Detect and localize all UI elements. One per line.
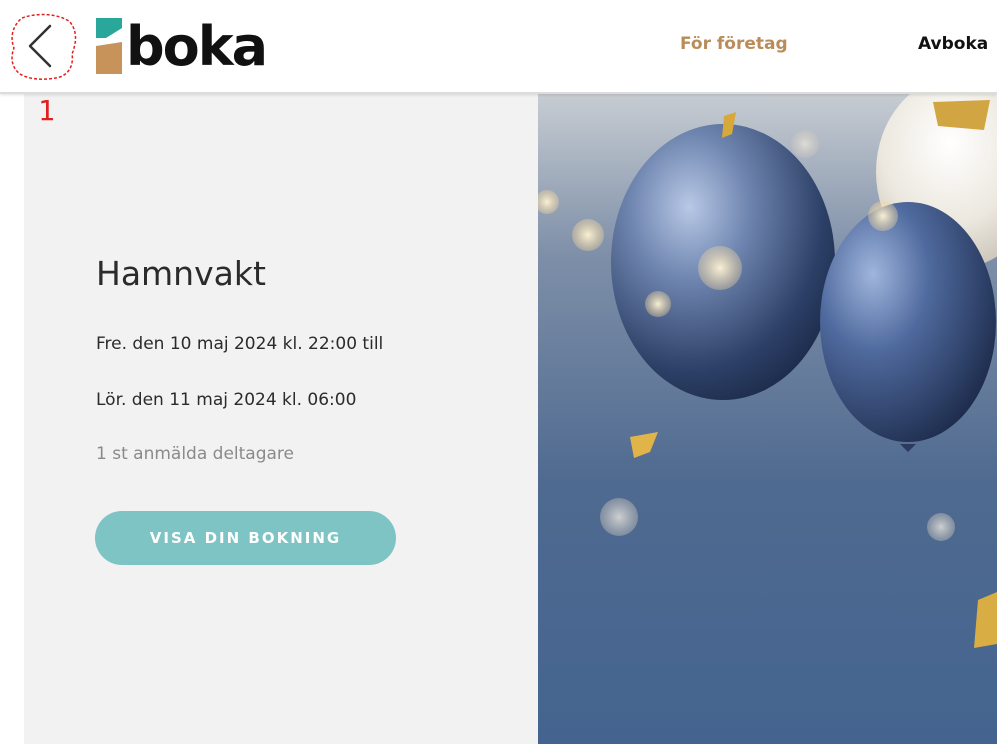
event-title: Hamnvakt: [96, 254, 266, 293]
chevron-left-icon: [11, 13, 77, 80]
back-button[interactable]: [8, 10, 78, 82]
event-hero-image: [538, 92, 997, 744]
logo-wordmark: boka: [126, 15, 268, 78]
boka-logo-mark: [96, 18, 122, 74]
site-header: boka För företag Avboka: [0, 0, 997, 94]
event-end-time: Lör. den 11 maj 2024 kl. 06:00: [96, 390, 357, 410]
balloons-image: [538, 92, 997, 744]
boka-logo[interactable]: boka: [96, 16, 286, 78]
booking-page: boka För företag Avboka 1 Hamnvakt Fre. …: [0, 0, 997, 744]
participant-count: 1 st anmälda deltagare: [96, 444, 294, 464]
nav-for-companies-link[interactable]: För företag: [680, 34, 788, 54]
event-info-panel: Hamnvakt Fre. den 10 maj 2024 kl. 22:00 …: [24, 92, 538, 744]
view-booking-button[interactable]: VISA DIN BOKNING: [95, 511, 396, 565]
nav-cancel-link[interactable]: Avboka: [918, 34, 988, 54]
event-start-time: Fre. den 10 maj 2024 kl. 22:00 till: [96, 334, 384, 354]
annotation-step-number: 1: [38, 94, 55, 127]
